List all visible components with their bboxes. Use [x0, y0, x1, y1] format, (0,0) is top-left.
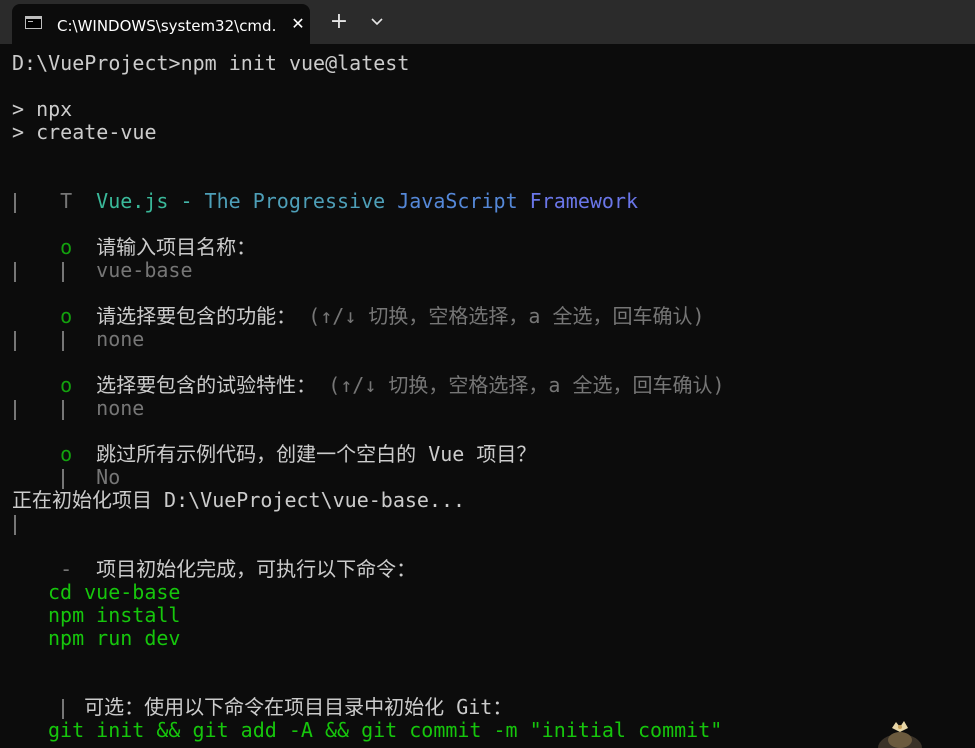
npx-line: > npx	[12, 97, 73, 121]
mascot-icon	[878, 721, 922, 748]
gutter-line	[12, 328, 972, 351]
gutter-bar	[62, 698, 65, 719]
next-command: npm run dev	[48, 626, 181, 650]
git-command-line: git init && git add -A && git commit -m …	[12, 719, 972, 742]
gutter-bar	[14, 330, 16, 351]
next-command: cd vue-base	[48, 580, 181, 604]
prompt-answer-line: none	[12, 374, 972, 420]
gutter-line	[12, 190, 972, 213]
next-command-line: npm run dev	[12, 627, 972, 650]
gutter-bar	[14, 399, 16, 420]
done-line: - 项目初始化完成，可执行以下命令：	[12, 535, 972, 581]
gutter-line	[12, 397, 972, 420]
console-app-icon	[25, 16, 42, 29]
tab-cmd[interactable]: C:\WINDOWS\system32\cmd.exe ✕	[12, 4, 310, 44]
gutter-bar	[62, 468, 65, 489]
next-command: npm install	[48, 603, 181, 627]
close-icon[interactable]: ✕	[288, 14, 308, 34]
done-text: 项目初始化完成，可执行以下命令：	[96, 557, 417, 581]
title-bar: C:\WINDOWS\system32\cmd.exe ✕ +	[0, 0, 975, 44]
prompt-answer-line: No	[12, 443, 972, 489]
prompt-line: o 请输入项目名称：	[12, 213, 972, 259]
prompt-line: o 跳过所有示例代码，创建一个空白的 Vue 项目？	[12, 420, 972, 466]
optional-line: 可选：使用以下命令在项目目录中初始化 Git：	[12, 673, 972, 719]
prompt-answer-line: vue-base	[12, 236, 972, 282]
prompt-line: o 请选择要包含的功能： (↑/↓ 切换，空格选择，a 全选，回车确认)	[12, 282, 972, 328]
gutter-bar	[14, 514, 16, 535]
done-marker: -	[60, 557, 73, 581]
prompt-line: o 选择要包含的试验特性： (↑/↓ 切换，空格选择，a 全选，回车确认)	[12, 351, 972, 397]
prompt-answer: No	[96, 465, 121, 489]
command-line: D:\VueProject>npm init vue@latest	[12, 51, 410, 75]
gutter-bar	[14, 192, 16, 213]
initializing-line: 正在初始化项目 D:\VueProject\vue-base...	[12, 488, 466, 512]
plus-icon[interactable]: +	[325, 10, 353, 34]
gutter-line	[12, 259, 972, 282]
optional-text: 可选：使用以下命令在项目目录中初始化 Git：	[84, 695, 513, 719]
tab-title: C:\WINDOWS\system32\cmd.exe	[57, 17, 275, 35]
git-command: git init && git add -A && git commit -m …	[48, 718, 723, 742]
banner-line: T Vue.js - The Progressive JavaScript Fra…	[12, 167, 972, 213]
next-command-line: cd vue-base	[12, 581, 972, 604]
chevron-down-icon[interactable]	[364, 10, 390, 34]
terminal-output[interactable]: D:\VueProject>npm init vue@latest > npx …	[12, 52, 972, 742]
create-vue-line: > create-vue	[12, 120, 157, 144]
gutter-line	[12, 512, 972, 535]
prompt-answer-line: none	[12, 305, 972, 351]
gutter-bar	[14, 261, 16, 282]
next-command-line: npm install	[12, 604, 972, 627]
